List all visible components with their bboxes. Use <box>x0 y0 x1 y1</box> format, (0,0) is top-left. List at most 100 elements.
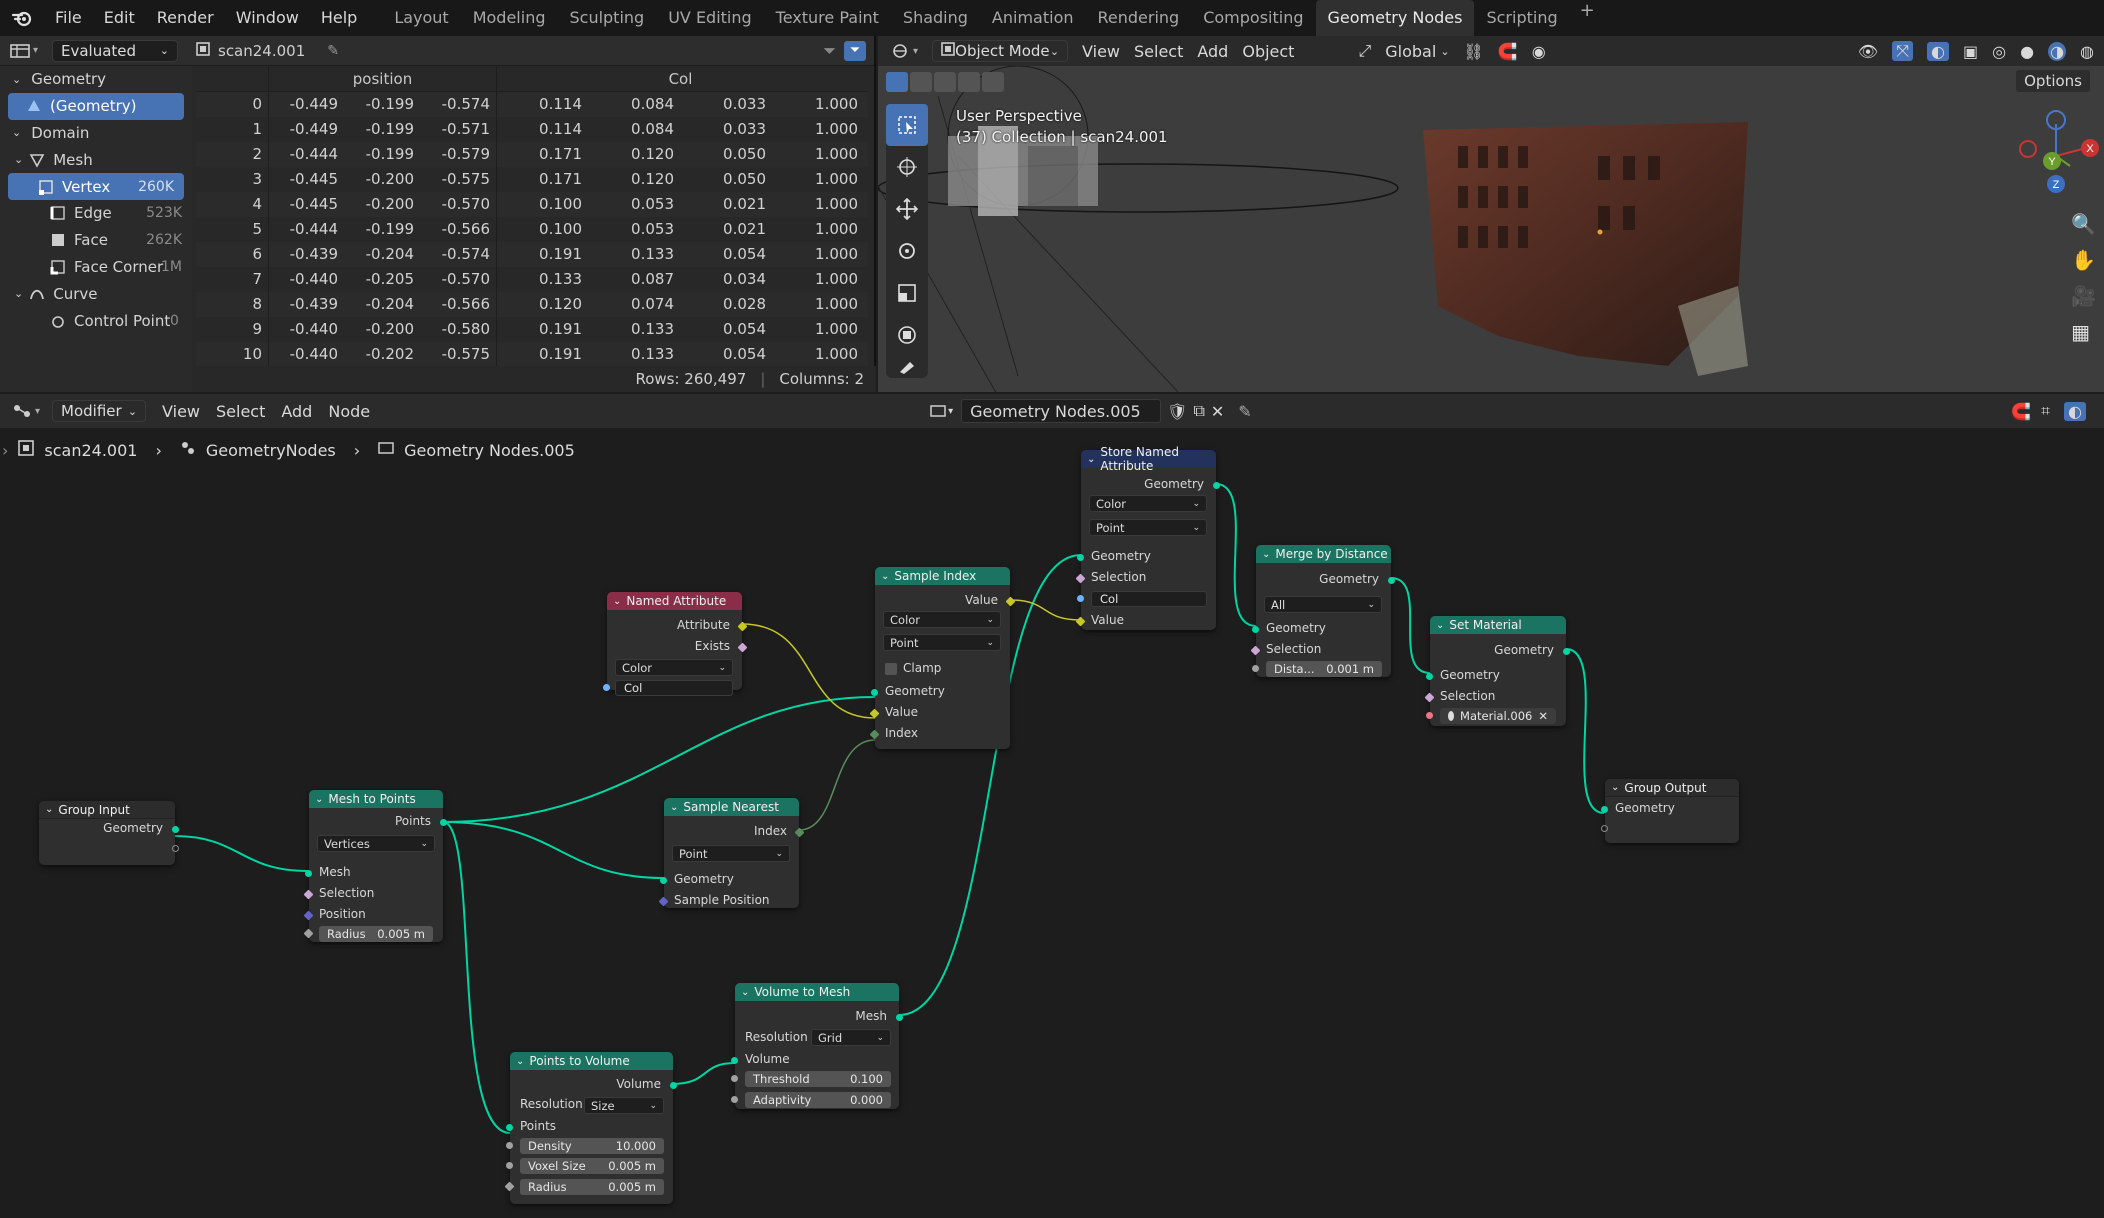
node-header[interactable]: ⌄ Merge by Distance <box>1256 545 1391 563</box>
radius-field[interactable]: Radius 0.005 m <box>319 926 433 942</box>
distance-field[interactable]: Dista... 0.001 m <box>1266 661 1382 677</box>
cursor-tool-icon[interactable] <box>886 146 928 188</box>
output-socket[interactable] <box>670 1082 677 1089</box>
shading-wireframe-icon[interactable]: ◎ <box>1992 42 2006 61</box>
node-volume-to-mesh[interactable]: ⌄ Volume to Mesh Mesh Resolution Grid ⌄ Vo… <box>731 983 903 1109</box>
input-socket[interactable] <box>731 1096 738 1103</box>
column-header-position[interactable]: position <box>268 66 496 91</box>
tab-modeling[interactable]: Modeling <box>461 0 558 36</box>
gizmo-toggle-icon[interactable]: ⤧ <box>1892 41 1914 61</box>
node-header[interactable]: ⌄ Sample Nearest <box>664 798 799 816</box>
collapse-icon[interactable]: ⌄ <box>670 802 678 813</box>
attribute-name-field[interactable]: Col <box>615 680 733 696</box>
collapse-icon[interactable]: ⌄ <box>1611 782 1619 793</box>
input-socket[interactable] <box>731 1075 738 1082</box>
domain-dropdown[interactable]: Point ⌄ <box>1089 519 1207 536</box>
pan-hand-icon[interactable]: ✋ <box>2071 248 2096 272</box>
visibility-icon[interactable]: 👁 <box>1858 42 1878 61</box>
input-socket[interactable] <box>1077 595 1084 602</box>
select-invert-icon[interactable] <box>958 72 980 92</box>
tab-texture-paint[interactable]: Texture Paint <box>764 0 891 36</box>
node-header[interactable]: ⌄ Mesh to Points <box>309 790 443 808</box>
tab-shading[interactable]: Shading <box>891 0 980 36</box>
node-named-attribute[interactable]: ⌄ Named Attribute Attribute Exists Color ⌄… <box>603 592 748 696</box>
tree-face[interactable]: Face 262K <box>0 227 192 254</box>
input-socket[interactable] <box>1252 626 1259 633</box>
tab-layout[interactable]: Layout <box>382 0 460 36</box>
node-sample-nearest[interactable]: ⌄ Sample Nearest Index Point ⌄ Geometry Sa… <box>658 798 805 908</box>
shading-rendered-icon[interactable]: ◍ <box>2080 42 2094 61</box>
input-socket[interactable] <box>603 684 610 691</box>
zoom-icon[interactable]: 🔍 <box>2071 212 2096 236</box>
options-button[interactable]: Options <box>2016 70 2090 92</box>
transform-orientation-dropdown[interactable]: Global <box>1385 42 1436 61</box>
resolution-dropdown[interactable]: Size ⌄ <box>584 1097 664 1114</box>
domain-dropdown[interactable]: Point ⌄ <box>672 845 790 862</box>
filter-icon[interactable]: ⏷ <box>823 41 836 61</box>
evaluation-mode-dropdown[interactable]: Evaluated ⌄ <box>52 39 178 62</box>
tree-mesh[interactable]: ⌄ Mesh <box>0 146 192 173</box>
node-header[interactable]: ⌄ Store Named Attribute <box>1081 445 1216 473</box>
node-editor[interactable]: ▾ Modifier ⌄ View Select Add Node ▾ Geom… <box>0 394 2104 1218</box>
collapse-icon[interactable]: ⌄ <box>613 596 621 607</box>
annotate-tool-icon[interactable] <box>886 356 928 378</box>
collapse-icon[interactable]: ⌄ <box>1087 454 1095 465</box>
pin-icon[interactable]: ✎ <box>327 43 339 59</box>
menu-edit[interactable]: Edit <box>93 0 146 36</box>
select-intersect-icon[interactable] <box>982 72 1004 92</box>
input-socket[interactable] <box>506 1124 513 1131</box>
viewport-menu-object[interactable]: Object <box>1242 42 1294 61</box>
rotate-tool-icon[interactable] <box>886 230 928 272</box>
tree-face-corner[interactable]: Face Corner 1M <box>0 254 192 281</box>
collapse-icon[interactable]: ⌄ <box>516 1056 524 1067</box>
input-socket[interactable] <box>871 689 878 696</box>
tab-scripting[interactable]: Scripting <box>1474 0 1569 36</box>
snap-icon[interactable]: 🧲 <box>1498 42 1518 61</box>
input-socket[interactable] <box>1426 712 1433 719</box>
shading-solid-icon[interactable]: ● <box>2020 42 2034 61</box>
clamp-checkbox[interactable] <box>885 663 897 675</box>
collapse-icon[interactable]: ⌄ <box>1262 549 1270 560</box>
tab-rendering[interactable]: Rendering <box>1086 0 1192 36</box>
close-icon[interactable]: ✕ <box>1538 709 1548 723</box>
xray-icon[interactable]: ▣ <box>1963 42 1978 61</box>
mode-dropdown[interactable]: All ⌄ <box>1264 596 1382 613</box>
input-socket[interactable] <box>506 1142 513 1149</box>
attribute-name-field[interactable]: Col <box>1091 591 1207 607</box>
node-header[interactable]: ⌄ Group Input <box>39 801 175 819</box>
tab-uv-editing[interactable]: UV Editing <box>656 0 763 36</box>
tab-compositing[interactable]: Compositing <box>1191 0 1315 36</box>
collapse-icon[interactable]: ⌄ <box>1436 620 1444 631</box>
menu-file[interactable]: File <box>44 0 93 36</box>
data-type-dropdown[interactable]: Color ⌄ <box>1089 495 1207 512</box>
node-sample-index[interactable]: ⌄ Sample Index Value Color ⌄ Point ⌄ Clamp … <box>869 567 1016 749</box>
camera-view-icon[interactable]: 🎥 <box>2071 284 2096 308</box>
shading-material-icon[interactable]: ◑ <box>2048 41 2067 61</box>
select-extend-icon[interactable] <box>910 72 932 92</box>
viewport-menu-view[interactable]: View <box>1082 42 1120 61</box>
node-header[interactable]: ⌄ Points to Volume <box>510 1052 673 1070</box>
output-socket[interactable] <box>1213 482 1220 489</box>
tab-animation[interactable]: Animation <box>980 0 1086 36</box>
threshold-field[interactable]: Threshold 0.100 <box>745 1071 891 1087</box>
proportional-edit-icon[interactable]: ◉ <box>1532 42 1546 61</box>
output-socket[interactable] <box>896 1014 903 1021</box>
data-type-dropdown[interactable]: Color ⌄ <box>615 659 733 676</box>
3d-viewport[interactable]: ▾ Object Mode ⌄ View Select Add Object ⤢… <box>878 36 2104 392</box>
node-mesh-to-points[interactable]: ⌄ Mesh to Points Points Vertices ⌄ Mesh Se… <box>303 790 447 942</box>
node-points-to-volume[interactable]: ⌄ Points to Volume Volume Resolution Size… <box>504 1052 677 1204</box>
domain-dropdown[interactable]: Point ⌄ <box>883 634 1001 651</box>
input-socket[interactable] <box>506 1162 513 1169</box>
tree-domain-header[interactable]: ⌄ Domain <box>0 120 192 147</box>
node-group-input[interactable]: ⌄ Group Input Geometry <box>39 801 179 865</box>
collapse-icon[interactable]: ⌄ <box>315 794 323 805</box>
input-socket[interactable] <box>305 870 312 877</box>
tree-geometry-item[interactable]: (Geometry) <box>8 92 184 120</box>
input-socket[interactable] <box>1252 665 1259 672</box>
tree-vertex[interactable]: Vertex 260K <box>8 173 184 200</box>
collapse-icon[interactable]: ⌄ <box>45 804 53 815</box>
input-socket[interactable] <box>660 877 667 884</box>
tree-geometry-header[interactable]: ⌄ Geometry <box>0 66 192 93</box>
menu-window[interactable]: Window <box>225 0 310 36</box>
node-header[interactable]: ⌄ Sample Index <box>875 567 1010 585</box>
